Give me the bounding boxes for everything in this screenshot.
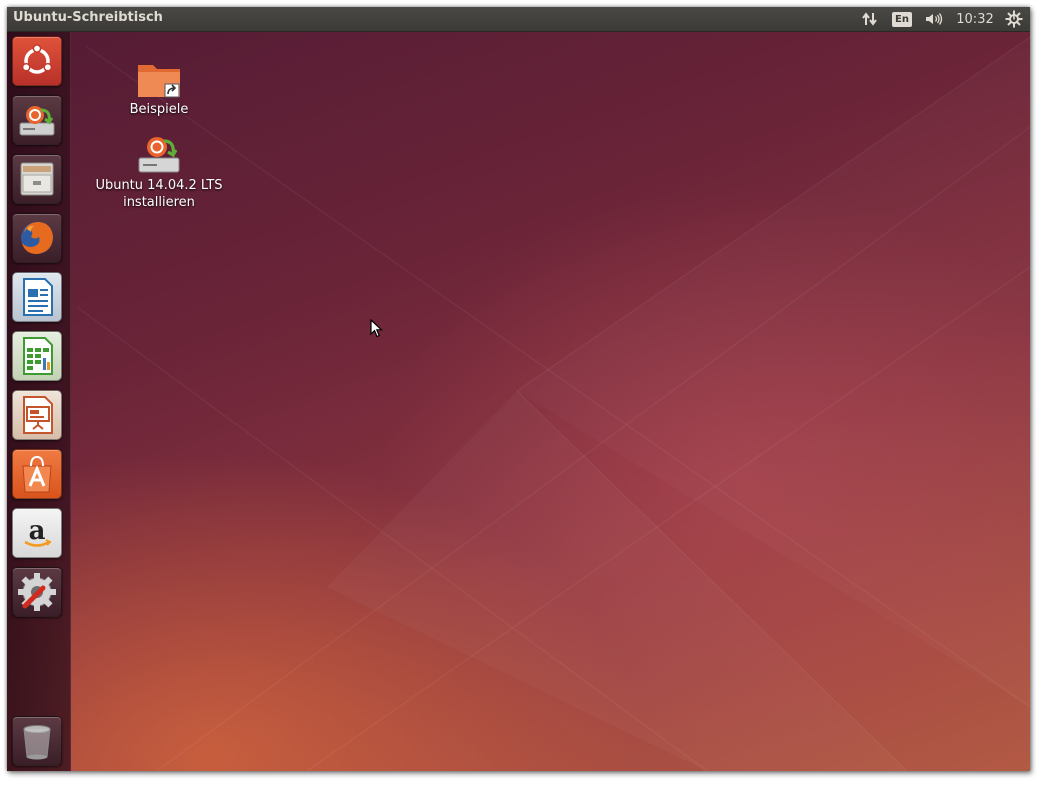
firefox-icon — [21, 222, 53, 254]
svg-text:a: a — [29, 516, 46, 546]
installer-icon — [19, 106, 55, 136]
keyboard-layout-label: En — [892, 11, 912, 27]
launcher-libreoffice-impress[interactable] — [12, 390, 62, 440]
desktop-icon-label-line-1: Ubuntu 14.04.2 LTS — [95, 178, 223, 193]
clock-indicator[interactable]: 10:32 — [953, 7, 997, 31]
installer-icon — [138, 137, 180, 173]
sound-indicator[interactable] — [921, 7, 947, 31]
launcher-system-settings[interactable] — [12, 567, 62, 617]
keyboard-layout-indicator[interactable]: En — [891, 7, 913, 31]
trash-icon — [23, 725, 51, 760]
amazon-icon: a — [24, 516, 52, 547]
network-arrows-icon — [862, 12, 877, 26]
launcher-install-ubuntu[interactable] — [12, 95, 62, 145]
session-indicator[interactable] — [1004, 7, 1024, 31]
launcher-libreoffice-calc[interactable] — [12, 331, 62, 381]
desktop-icon-beispiele[interactable]: Beispiele — [119, 57, 199, 118]
speaker-icon — [926, 13, 943, 25]
window-title: Ubuntu-Schreibtisch — [13, 10, 163, 25]
desktop-icon-label-line-2: installieren — [123, 195, 195, 210]
shopping-bag-icon — [22, 455, 52, 493]
launcher-ubuntu-software-center[interactable] — [12, 449, 62, 499]
launcher-amazon[interactable]: a — [12, 508, 62, 558]
ubuntu-desktop-screen: Ubuntu-Schreibtisch En 10:32 a Beispiele… — [7, 7, 1030, 771]
wallpaper — [7, 7, 1030, 771]
launcher-files[interactable] — [12, 154, 62, 204]
desktop-icon-label: Beispiele — [129, 102, 189, 117]
impress-icon — [23, 396, 53, 434]
file-cabinet-icon — [20, 162, 54, 196]
network-indicator[interactable] — [859, 7, 881, 31]
launcher-firefox[interactable] — [12, 213, 62, 263]
mouse-pointer-icon — [370, 319, 384, 338]
ubuntu-logo-icon — [21, 44, 53, 74]
settings-icon — [18, 573, 56, 611]
launcher-dash-home[interactable] — [12, 36, 62, 86]
gear-power-icon — [1005, 10, 1023, 28]
desktop-icon-install-ubuntu[interactable]: Ubuntu 14.04.2 LTS installieren — [89, 131, 229, 211]
top-panel: Ubuntu-Schreibtisch En 10:32 — [7, 7, 1030, 32]
launcher: a — [7, 32, 71, 771]
launcher-libreoffice-writer[interactable] — [12, 272, 62, 322]
folder-link-icon — [138, 65, 180, 98]
writer-icon — [23, 278, 53, 316]
launcher-trash[interactable] — [12, 716, 62, 766]
calc-icon — [23, 337, 53, 375]
